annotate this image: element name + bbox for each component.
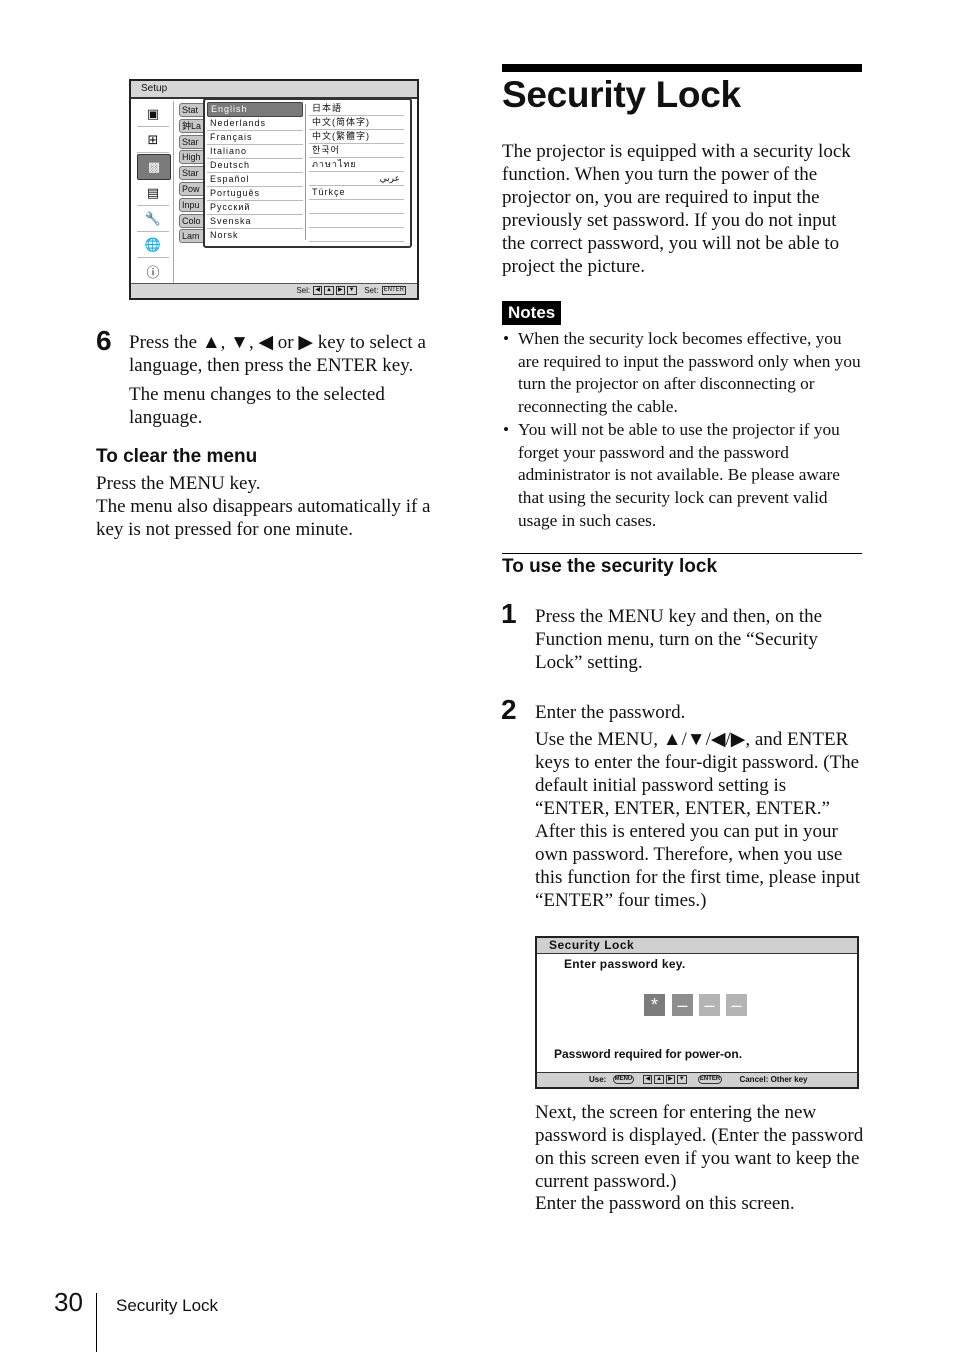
enter-key-icon: ENTER (697, 1075, 723, 1085)
divider (305, 104, 306, 240)
enter-key-icon: ENTER (381, 286, 406, 296)
down-key-icon: ▼ (346, 286, 357, 296)
language-option: Русский (207, 201, 303, 215)
password-slot: – (699, 994, 720, 1016)
step-text: Enter the password. (535, 702, 686, 723)
language-option (309, 214, 404, 228)
step-text: Press the MENU key and then, on the Func… (535, 606, 823, 673)
language-option: ภาษาไทย (309, 158, 404, 172)
body-text: The menu also disappears automatically i… (96, 496, 431, 540)
language-option: Español (207, 173, 303, 187)
language-option: Italiano (207, 145, 303, 159)
divider (173, 101, 174, 283)
setup-footer: Sel: ◀ ▲ ▶ ▼ Set: ENTER (131, 283, 417, 298)
sel-label: Sel: (296, 286, 311, 295)
lock-status: Password required for power-on. (554, 1047, 743, 1061)
page-title: Security Lock (502, 74, 741, 115)
left-key-icon: ◀ (643, 1075, 653, 1085)
setup-title: Setup (131, 81, 417, 99)
language-option: Svenska (207, 215, 303, 229)
body-text: Enter the password on this screen. (535, 1193, 795, 1214)
password-slot: * (644, 994, 665, 1016)
info-icon: ⓘ (146, 264, 160, 280)
screen-icon: ⊞ (137, 128, 169, 153)
menu-icon-column: ▣ ⊞ ▩ ▤ 🔧 🌐 ⓘ (135, 101, 173, 284)
notes-list: When the security lock becomes effective… (502, 328, 864, 532)
up-key-icon: ▲ (323, 286, 334, 296)
body-text: Press the MENU key. (96, 473, 261, 494)
set-label: Set: (364, 286, 379, 295)
language-option: Português (207, 187, 303, 201)
password-slot: – (726, 994, 747, 1016)
right-key-icon: ▶ (335, 286, 345, 296)
language-option: English (207, 102, 303, 117)
language-option: Türkçe (309, 186, 404, 200)
password-prompt: Enter password key. (564, 957, 686, 971)
password-slot: – (672, 994, 693, 1016)
language-option (309, 200, 404, 214)
step-number: 6 (96, 325, 112, 356)
picture-icon: ▣ (137, 102, 169, 127)
language-popup: English Nederlands Français Italiano Deu… (203, 98, 412, 248)
title-rule (502, 64, 862, 72)
step-number: 2 (501, 694, 517, 725)
language-option: Nederlands (207, 117, 303, 131)
section-rule (502, 553, 862, 554)
step-detail: Use the MENU, ▲/▼/◀/▶, and ENTER keys to… (535, 729, 861, 911)
step-note: The menu changes to the selected languag… (129, 384, 385, 428)
lock-screen-footer: Use: MENU ◀ ▲ ▶ ▼ ENTER Cancel: Other key (537, 1072, 857, 1087)
setup-menu-screenshot: Setup ▣ ⊞ ▩ ▤ 🔧 🌐 ⓘ Stat 鈡La Star High S… (129, 79, 419, 300)
intro-text: The projector is equipped with a securit… (502, 141, 851, 277)
wrench-icon: 🔧 (137, 207, 169, 232)
use-label: Use: (589, 1075, 607, 1084)
page-number: 30 (54, 1287, 83, 1317)
lock-screen-title: Security Lock (537, 938, 857, 954)
step-text: Press the ▲, ▼, ◀ or ▶ key to select a l… (129, 332, 426, 376)
step-number: 1 (501, 598, 517, 629)
right-key-icon: ▶ (666, 1075, 675, 1085)
language-option: 한국어 (309, 144, 404, 158)
footer-section: Security Lock (116, 1296, 219, 1315)
language-option: Français (207, 131, 303, 145)
toolbox-icon: ▩ (137, 154, 171, 180)
language-column-2: 日本語 中文(简体字) 中文(繁體字) 한국어 ภาษาไทย عربي Tür… (309, 102, 404, 242)
left-key-icon: ◀ (313, 286, 322, 296)
function-icon: ▤ (137, 181, 169, 206)
language-option: Deutsch (207, 159, 303, 173)
language-option: 日本語 (309, 102, 404, 116)
language-option: 中文(繁體字) (309, 130, 404, 144)
globe-icon: 🌐 (137, 233, 169, 258)
security-lock-screenshot: Security Lock Enter password key. * – – … (535, 936, 859, 1089)
body-text: Next, the screen for entering the new pa… (535, 1102, 864, 1192)
footer-divider (96, 1293, 97, 1352)
subheading: To use the security lock (502, 556, 718, 577)
menu-key-icon: MENU (612, 1075, 635, 1085)
cancel-label: Cancel: Other key (739, 1075, 808, 1084)
up-key-icon: ▲ (654, 1075, 665, 1085)
down-key-icon: ▼ (676, 1075, 687, 1085)
notes-badge: Notes (502, 301, 562, 325)
language-option: Norsk (210, 230, 239, 240)
language-column-1: English Nederlands Français Italiano Deu… (207, 102, 303, 242)
note-item: When the security lock becomes effective… (502, 328, 864, 419)
note-item: You will not be able to use the projecto… (502, 419, 864, 533)
language-option (309, 228, 404, 242)
language-option: 中文(简体字) (309, 116, 404, 130)
subheading: To clear the menu (96, 446, 258, 467)
language-option: عربي (309, 172, 404, 186)
